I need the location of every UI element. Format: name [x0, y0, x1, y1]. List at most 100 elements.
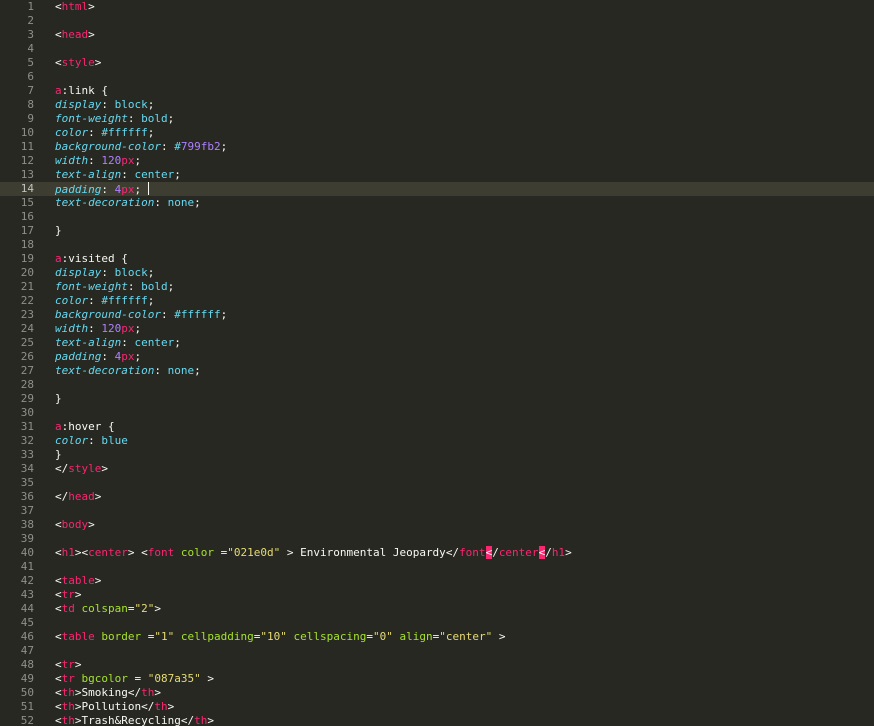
code-line[interactable]: 37	[0, 504, 874, 518]
line-number: 18	[20, 238, 34, 251]
punctuation: :	[88, 322, 102, 335]
punctuation: <	[55, 714, 62, 726]
code-line[interactable]: 22 color: #ffffff;	[0, 294, 874, 308]
code-line[interactable]: 16	[0, 210, 874, 224]
code-line[interactable]: 14 padding: 4px;	[0, 182, 874, 196]
code-line[interactable]: 43 <tr>	[0, 588, 874, 602]
code-line[interactable]: 50 <th>Smoking</th>	[0, 686, 874, 700]
line-text: text-decoration: none;	[55, 364, 201, 378]
punctuation: >	[280, 546, 301, 559]
code-line[interactable]: 4	[0, 42, 874, 56]
punctuation: <	[55, 56, 62, 69]
code-line[interactable]: 18	[0, 238, 874, 252]
code-line[interactable]: 12 width: 120px;	[0, 154, 874, 168]
code-line[interactable]: 36 </head>	[0, 490, 874, 504]
code-editor[interactable]: 1 <html> 2 3 <head> 4 5 <style> 6 7 a:link {8 displ…	[0, 0, 874, 726]
code-line[interactable]: 20 display: block;	[0, 266, 874, 280]
code-line[interactable]: 40 <h1><center> <font color ="021e0d" > E…	[0, 546, 874, 560]
line-number: 4	[27, 42, 34, 55]
code-line[interactable]: 6	[0, 70, 874, 84]
line-text: width: 120px;	[55, 154, 141, 168]
code-line[interactable]: 23 background-color: #ffffff;	[0, 308, 874, 322]
code-area[interactable]: 1 <html> 2 3 <head> 4 5 <style> 6 7 a:link {8 displ…	[0, 0, 874, 726]
line-text: <style>	[55, 56, 101, 70]
code-line[interactable]: 28	[0, 378, 874, 392]
code-line[interactable]: 38 <body>	[0, 518, 874, 532]
tag-name: a	[55, 84, 62, 97]
code-line[interactable]: 52 <th>Trash&Recycling</th>	[0, 714, 874, 726]
punctuation: >	[88, 28, 95, 41]
code-line[interactable]: 27 text-decoration: none;	[0, 364, 874, 378]
punctuation: :	[154, 364, 168, 377]
line-number: 43	[20, 588, 34, 601]
css-value: center	[134, 336, 175, 349]
tag-name: tr	[61, 658, 75, 671]
tag-name: h1	[61, 546, 75, 559]
punctuation: ;	[167, 112, 175, 125]
attribute-name: cellspacing	[293, 630, 367, 643]
code-line[interactable]: 5 <style>	[0, 56, 874, 70]
code-line[interactable]: 46 <table border ="1" cellpadding="10" ce…	[0, 630, 874, 644]
code-line[interactable]: 44 <td colspan="2">	[0, 602, 874, 616]
code-line[interactable]: 19 a:visited {	[0, 252, 874, 266]
line-number: 32	[20, 434, 34, 447]
line-text: display: block;	[55, 266, 154, 280]
tag-name: html	[61, 0, 89, 13]
code-line[interactable]: 30	[0, 406, 874, 420]
code-line[interactable]: 48 <tr>	[0, 658, 874, 672]
code-line[interactable]: 49 <tr bgcolor = "087a35" >	[0, 672, 874, 686]
punctuation: >	[74, 714, 82, 726]
code-line[interactable]: 39	[0, 532, 874, 546]
css-value: blue	[101, 434, 128, 447]
line-number: 42	[20, 574, 34, 587]
tag-name: table	[61, 574, 95, 587]
line-number: 26	[20, 350, 34, 363]
code-line[interactable]: 35	[0, 476, 874, 490]
code-line[interactable]: 17}	[0, 224, 874, 238]
line-text: background-color: #ffffff;	[55, 308, 227, 322]
line-number: 3	[27, 28, 34, 41]
line-text: <body>	[55, 518, 95, 532]
code-line[interactable]: 1 <html>	[0, 0, 874, 14]
code-line[interactable]: 8 display: block;	[0, 98, 874, 112]
code-line[interactable]: 10 color: #ffffff;	[0, 126, 874, 140]
string-literal: "087a35"	[147, 672, 201, 685]
punctuation: /	[545, 546, 552, 559]
tag-name: body	[61, 518, 89, 531]
code-line[interactable]: 41	[0, 560, 874, 574]
line-number: 25	[20, 336, 34, 349]
punctuation: ;	[220, 140, 228, 153]
code-line[interactable]: 33}	[0, 448, 874, 462]
punctuation	[75, 672, 82, 685]
code-line[interactable]: 13 text-align: center;	[0, 168, 874, 182]
css-property: background-color	[55, 140, 161, 153]
line-number: 31	[20, 420, 34, 433]
code-line[interactable]: 24 width: 120px;	[0, 322, 874, 336]
code-line[interactable]: 3 <head>	[0, 28, 874, 42]
line-number: 27	[20, 364, 34, 377]
code-line[interactable]: 31 a:hover {	[0, 420, 874, 434]
punctuation: :	[154, 196, 168, 209]
code-line[interactable]: 42 <table>	[0, 574, 874, 588]
code-line[interactable]: 2	[0, 14, 874, 28]
code-line[interactable]: 26 padding: 4px;	[0, 350, 874, 364]
code-line[interactable]: 11 background-color: #799fb2;	[0, 140, 874, 154]
code-line[interactable]: 34 </style>	[0, 462, 874, 476]
code-line[interactable]: 15 text-decoration: none;	[0, 196, 874, 210]
code-line[interactable]: 51 <th>Pollution</th>	[0, 700, 874, 714]
code-line[interactable]: 25 text-align: center;	[0, 336, 874, 350]
punctuation: >	[74, 588, 82, 601]
line-number: 11	[20, 140, 34, 153]
unit: px	[121, 154, 135, 167]
line-text: text-align: center;	[55, 168, 181, 182]
code-line[interactable]: 32 color: blue	[0, 434, 874, 448]
code-line[interactable]: 9 font-weight: bold;	[0, 112, 874, 126]
code-line[interactable]: 47	[0, 644, 874, 658]
code-line[interactable]: 29}	[0, 392, 874, 406]
selector: :visited {	[61, 252, 128, 265]
selector: :link {	[61, 84, 108, 97]
code-line[interactable]: 45	[0, 616, 874, 630]
punctuation: ;	[220, 308, 228, 321]
code-line[interactable]: 21 font-weight: bold;	[0, 280, 874, 294]
code-line[interactable]: 7 a:link {	[0, 84, 874, 98]
